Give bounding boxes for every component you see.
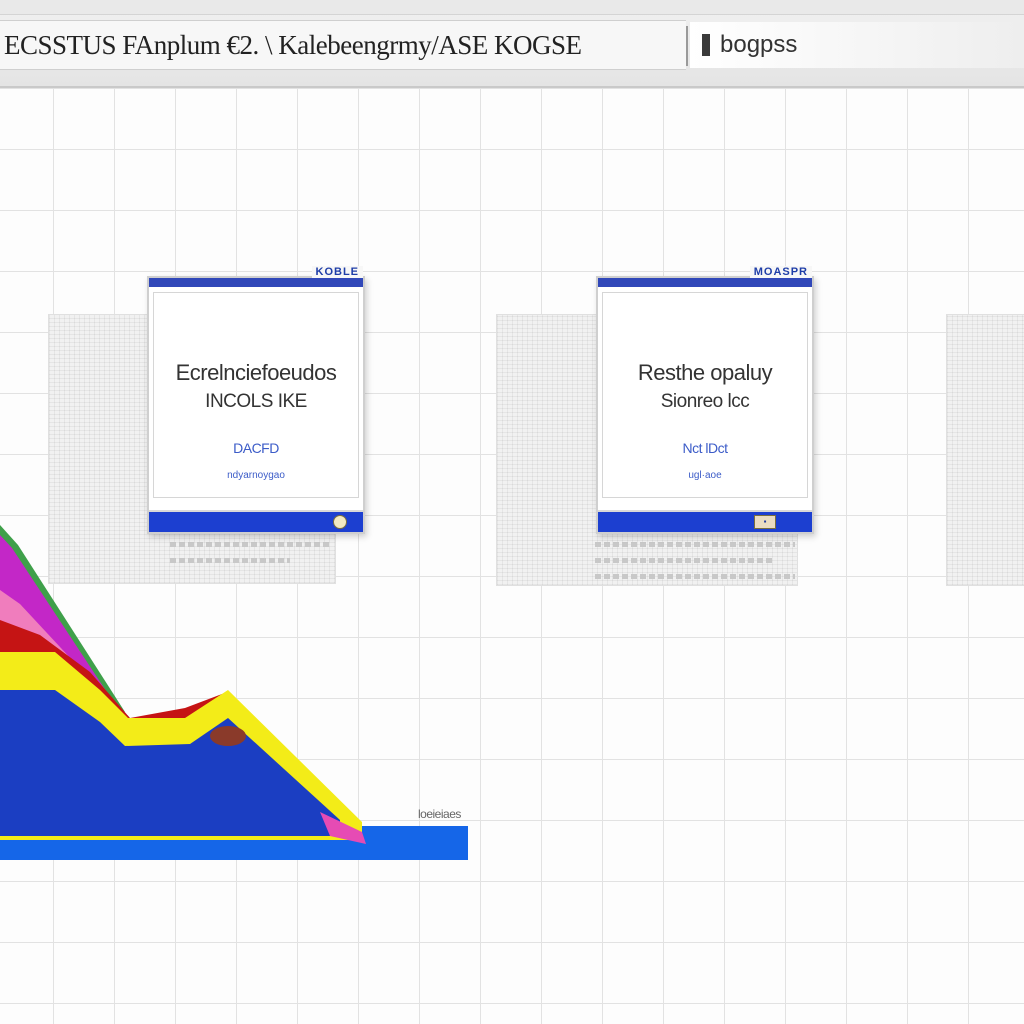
- shadow-panel-right: [946, 314, 1024, 586]
- title-separator: [686, 26, 688, 66]
- card-header-bar: [149, 278, 363, 287]
- card-tab-label[interactable]: MOASPR: [749, 266, 812, 278]
- card-footer-bar: [598, 510, 812, 532]
- card-caption: ugl·aoe: [688, 470, 722, 481]
- chart-caption: loeieiaes: [418, 807, 461, 821]
- panel-text-strip: [595, 558, 775, 563]
- panel-text-strip: [595, 542, 795, 547]
- card-subtitle: Sionreo lcc: [660, 391, 750, 412]
- card-title: Resthe opaluy: [637, 360, 773, 385]
- card-title: Ecrelnciefoeudos: [175, 360, 337, 385]
- card-link[interactable]: DACFD: [149, 440, 363, 456]
- panel-text-strip: [595, 574, 795, 579]
- panel-text-strip: [170, 542, 330, 547]
- card-footer-bar: [149, 510, 363, 532]
- title-input[interactable]: ECSSTUS FAnplum €2. \ Kalebeengrmy/ASE K…: [0, 20, 686, 70]
- panel-text-strip: [170, 558, 290, 563]
- side-search-field[interactable]: bogpss: [690, 22, 1024, 68]
- title-bar: ECSSTUS FAnplum €2. \ Kalebeengrmy/ASE K…: [0, 0, 1024, 88]
- dialog-card[interactable]: MOASPR Resthe opaluy Sionreo lcc Nct lDc…: [596, 266, 814, 534]
- card-tab-label[interactable]: KOBLE: [311, 266, 363, 278]
- side-field-text: bogpss: [720, 31, 798, 58]
- card-link[interactable]: Nct lDct: [598, 440, 812, 456]
- cursor-marker-icon: [702, 34, 710, 56]
- card-subtitle: INCOLS IKE: [205, 391, 307, 412]
- dialog-card[interactable]: KOBLE Ecrelnciefoeudos INCOLS IKE DACFD …: [147, 266, 365, 534]
- card-action-badge[interactable]: ▪: [754, 515, 776, 529]
- card-action-button[interactable]: [333, 515, 347, 529]
- title-bar-strip: [0, 0, 1024, 15]
- card-caption: ndyarnoygao: [227, 470, 285, 481]
- card-header-bar: [598, 278, 812, 287]
